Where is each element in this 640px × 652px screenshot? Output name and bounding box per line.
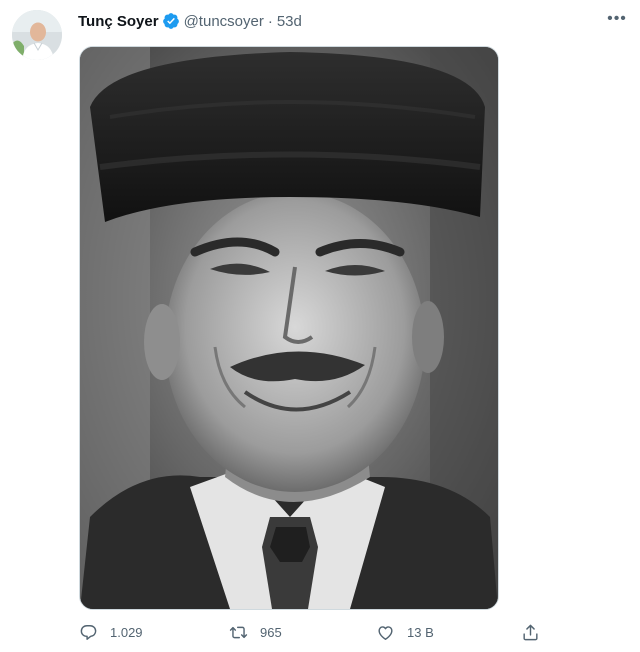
avatar-image (12, 10, 62, 60)
more-horizontal-icon[interactable]: ••• (604, 6, 630, 32)
more-label: ••• (607, 10, 627, 27)
tweet[interactable]: Tunç Soyer @tuncsoyer · 53d ••• 1.029 96… (0, 0, 640, 652)
avatar[interactable] (12, 10, 62, 60)
display-name[interactable]: Tunç Soyer (78, 13, 159, 30)
portrait-photo-image (80, 47, 498, 609)
reply-icon (80, 624, 97, 640)
retweet-icon (229, 626, 248, 638)
heart-icon (378, 625, 393, 640)
share-button[interactable] (521, 621, 552, 643)
tweet-header: Tunç Soyer @tuncsoyer · 53d (78, 10, 302, 32)
separator-dot: · (267, 12, 273, 30)
share-icon (523, 624, 538, 640)
timestamp[interactable]: 53d (277, 13, 302, 30)
reply-count: 1.029 (110, 624, 143, 640)
like-count: 13 B (407, 624, 434, 640)
like-button[interactable]: 13 B (376, 621, 434, 643)
tweet-photo[interactable] (79, 46, 499, 610)
retweet-count: 965 (260, 624, 282, 640)
verified-badge-icon (162, 13, 179, 29)
reply-button[interactable]: 1.029 (79, 621, 143, 643)
handle[interactable]: @tuncsoyer (184, 13, 264, 30)
retweet-button[interactable]: 965 (229, 621, 282, 643)
tweet-actions: 1.029 965 13 B (79, 621, 549, 643)
